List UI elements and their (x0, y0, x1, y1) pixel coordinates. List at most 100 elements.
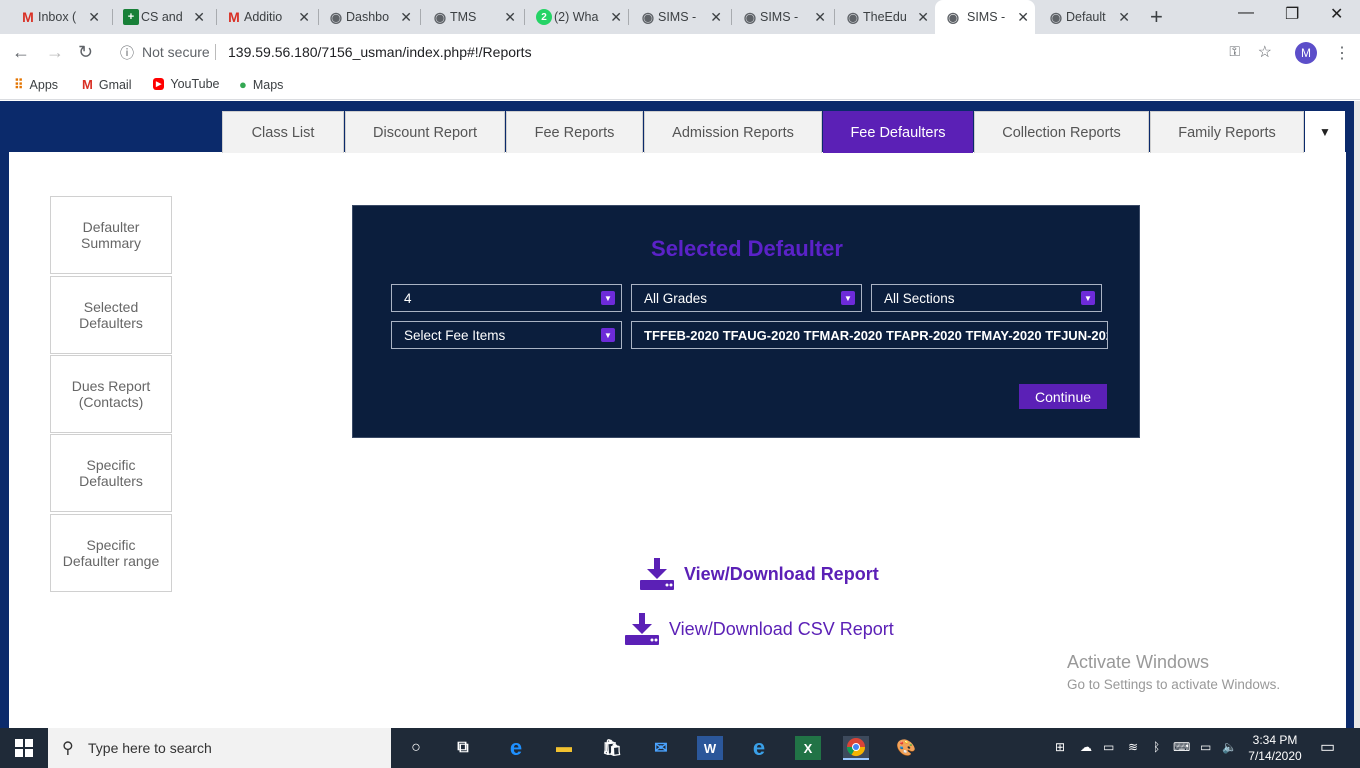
network-tray-icon[interactable]: ⊞ (1055, 740, 1065, 754)
tabs-more-dropdown-icon[interactable]: ▼ (1305, 111, 1345, 153)
globe-icon: ◉ (329, 8, 343, 25)
close-tab-icon[interactable]: ✕ (88, 9, 100, 26)
profile-avatar[interactable]: M (1295, 42, 1317, 64)
download-report-link[interactable]: View/Download Report (640, 558, 879, 590)
browser-tab[interactable]: ◉ Dashbo ✕ (326, 0, 418, 34)
browser-tab[interactable]: ◉ TMS ✕ (430, 0, 522, 34)
info-icon[interactable]: ⓘ (120, 43, 134, 63)
sections-select[interactable]: All Sections ▼ (871, 284, 1102, 312)
minimize-icon[interactable]: — (1238, 4, 1254, 22)
browser-tab[interactable]: ◉ TheEdu ✕ (843, 0, 935, 34)
tab-collection-reports[interactable]: Collection Reports (974, 111, 1149, 153)
browser-tab[interactable]: M Inbox ( ✕ (18, 0, 106, 34)
gmail-icon: M (228, 9, 240, 25)
browser-menu-icon[interactable]: ⋮ (1334, 43, 1350, 63)
wifi-tray-icon[interactable]: ≋ (1128, 740, 1138, 754)
chevron-down-icon: ▼ (601, 291, 615, 305)
count-select[interactable]: 4 ▼ (391, 284, 622, 312)
word-icon[interactable]: W (697, 736, 723, 760)
close-tab-icon[interactable]: ✕ (400, 9, 412, 26)
restore-icon[interactable]: ❐ (1285, 4, 1299, 24)
new-tab-button[interactable]: + (1150, 4, 1163, 30)
browser-tab[interactable]: ◉ SIMS - ✕ (638, 0, 728, 34)
bookmark-maps[interactable]: ● Maps (239, 77, 283, 92)
browser-tab[interactable]: ◉ Default ✕ (1046, 0, 1136, 34)
close-tab-icon[interactable]: ✕ (710, 9, 722, 26)
browser-tab[interactable]: ◉ SIMS - ✕ (740, 0, 832, 34)
grades-select[interactable]: All Grades ▼ (631, 284, 862, 312)
cortana-icon[interactable]: ○ (403, 736, 429, 760)
tab-admission-reports[interactable]: Admission Reports (644, 111, 822, 153)
bluetooth-tray-icon[interactable]: ᛒ (1153, 740, 1160, 754)
close-tab-icon[interactable]: ✕ (1017, 9, 1029, 26)
key-icon[interactable]: ⚿ (1229, 43, 1240, 60)
bookmark-star-icon[interactable]: ☆ (1258, 42, 1272, 62)
address-bar-row: ← → ↻ ⓘ Not secure 139.59.56.180/7156_us… (0, 34, 1360, 70)
selected-fee-items-field[interactable]: TFFEB-2020 TFAUG-2020 TFMAR-2020 TFAPR-2… (631, 321, 1108, 349)
windows-start-icon[interactable] (15, 739, 33, 757)
browser-tab[interactable]: 2 (2) Wha ✕ (534, 0, 628, 34)
tab-class-list[interactable]: Class List (222, 111, 344, 153)
side-item-defaulter-summary[interactable]: Defaulter Summary (50, 196, 172, 274)
taskbar-clock[interactable]: 3:34 PM 7/14/2020 (1245, 732, 1305, 764)
close-tab-icon[interactable]: ✕ (610, 9, 622, 26)
chevron-down-icon: ▼ (1081, 291, 1095, 305)
browser-tab-active[interactable]: ◉ SIMS - ✕ (935, 0, 1035, 34)
taskbar-search-input[interactable]: ⚲ Type here to search (48, 728, 391, 768)
edge-icon[interactable]: e (503, 735, 529, 760)
browser-tab[interactable]: + CS and ✕ (121, 0, 211, 34)
bookmark-youtube[interactable]: ▶ YouTube (153, 77, 220, 91)
language-tray-icon[interactable]: ⌨ (1173, 740, 1190, 754)
close-tab-icon[interactable]: ✕ (193, 9, 205, 26)
tab-discount-report[interactable]: Discount Report (345, 111, 505, 153)
side-item-dues-report[interactable]: Dues Report (Contacts) (50, 355, 172, 433)
close-tab-icon[interactable]: ✕ (504, 9, 516, 26)
back-arrow-icon[interactable]: ← (12, 42, 30, 63)
sheets-icon: + (123, 9, 139, 25)
side-item-specific-defaulters[interactable]: Specific Defaulters (50, 434, 172, 512)
bookmark-gmail[interactable]: M Gmail (82, 77, 132, 92)
notification-tray-icon[interactable]: ▭ (1200, 740, 1211, 754)
download-csv-link[interactable]: View/Download CSV Report (625, 613, 894, 645)
excel-icon[interactable]: X (795, 736, 821, 760)
fee-items-select[interactable]: Select Fee Items ▼ (391, 321, 622, 349)
url-text[interactable]: 139.59.56.180/7156_usman/index.php#!/Rep… (228, 44, 532, 60)
globe-icon: ◉ (1049, 8, 1063, 25)
close-tab-icon[interactable]: ✕ (814, 9, 826, 26)
volume-tray-icon[interactable]: 🔈 (1222, 740, 1237, 754)
activate-windows-watermark: Activate Windows Go to Settings to activ… (1067, 652, 1281, 692)
task-view-icon[interactable]: ⧉ (450, 736, 476, 760)
onedrive-tray-icon[interactable]: ☁ (1080, 740, 1092, 754)
page-scrollbar[interactable] (1354, 101, 1360, 728)
reload-icon[interactable]: ↻ (78, 42, 93, 63)
forward-arrow-icon[interactable]: → (46, 42, 64, 63)
bookmark-apps[interactable]: ⠿ Apps (14, 77, 58, 93)
tab-fee-defaulters[interactable]: Fee Defaulters (823, 111, 973, 153)
download-csv-label: View/Download CSV Report (669, 618, 894, 639)
search-icon: ⚲ (62, 740, 74, 757)
continue-button[interactable]: Continue (1019, 384, 1107, 409)
browser-tab[interactable]: M Additio ✕ (224, 0, 316, 34)
side-item-selected-defaulters[interactable]: Selected Defaulters (50, 276, 172, 354)
omnibox[interactable]: ⓘ Not secure 139.59.56.180/7156_usman/in… (110, 38, 1290, 66)
tab-family-reports[interactable]: Family Reports (1150, 111, 1304, 153)
paint-icon[interactable]: 🎨 (893, 736, 919, 760)
globe-icon: ◉ (846, 8, 860, 25)
action-center-icon[interactable]: ▭ (1320, 737, 1335, 757)
close-window-icon[interactable]: ✕ (1330, 4, 1343, 24)
mail-icon[interactable]: ✉ (648, 736, 674, 760)
side-item-specific-defaulter-range[interactable]: Specific Defaulter range (50, 514, 172, 592)
selected-defaulter-panel: Selected Defaulter 4 ▼ All Grades ▼ All … (352, 205, 1140, 438)
chrome-icon[interactable] (843, 736, 869, 760)
store-icon[interactable]: 🛍 (599, 736, 625, 760)
display-tray-icon[interactable]: ▭ (1103, 740, 1114, 754)
download-report-label: View/Download Report (684, 563, 879, 584)
close-tab-icon[interactable]: ✕ (917, 9, 929, 26)
security-label: Not secure (142, 44, 210, 60)
tab-fee-reports[interactable]: Fee Reports (506, 111, 643, 153)
internet-explorer-icon[interactable]: e (746, 735, 772, 760)
browser-tab-strip: M Inbox ( ✕ + CS and ✕ M Additio ✕ ◉ Das… (0, 0, 1360, 34)
close-tab-icon[interactable]: ✕ (1118, 9, 1130, 26)
close-tab-icon[interactable]: ✕ (298, 9, 310, 26)
file-explorer-icon[interactable]: ▬ (551, 736, 577, 760)
